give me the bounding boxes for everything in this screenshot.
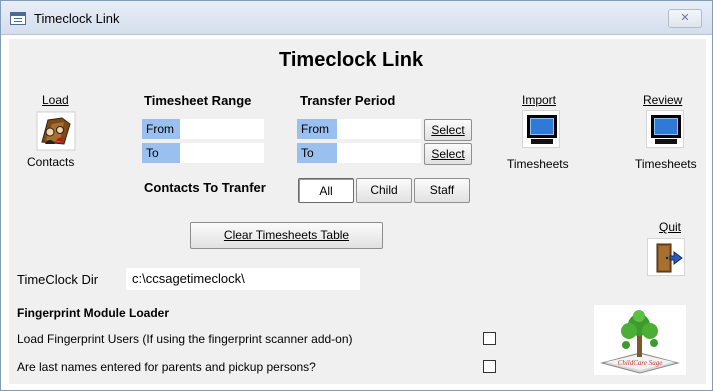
logo-text: ChildCare Sage — [618, 359, 663, 367]
review-label: Review — [643, 93, 683, 107]
review-timesheets-button[interactable] — [646, 110, 684, 148]
timeclock-dir-input[interactable]: c:\ccsagetimeclock\ — [126, 268, 360, 290]
load-label: Load — [42, 93, 69, 107]
review-sublabel: Timesheets — [635, 157, 697, 171]
clear-timesheets-label: Clear Timesheets Table — [223, 228, 350, 242]
page-title: Timeclock Link — [279, 49, 424, 71]
timesheet-to-input[interactable] — [180, 143, 264, 163]
contacts-folder-icon — [36, 111, 76, 151]
select-to-button[interactable]: Select — [424, 143, 472, 165]
tree-book-logo-icon: ChildCare Sage — [600, 310, 680, 374]
form-area: Timeclock Link Load Contacts Timesheet R… — [9, 39, 706, 384]
title-bar[interactable]: Timeclock Link ✕ — [1, 1, 712, 35]
contacts-to-transfer-label: Contacts To Tranfer — [144, 180, 266, 195]
timesheet-range-label: Timesheet Range — [144, 93, 252, 108]
transfer-to-input[interactable] — [337, 143, 421, 163]
last-names-label: Are last names entered for parents and p… — [17, 360, 316, 374]
timesheet-from-input[interactable] — [180, 119, 264, 139]
import-label: Import — [522, 93, 557, 107]
load-contacts-button[interactable] — [36, 110, 76, 152]
exit-door-icon — [656, 243, 683, 273]
import-timesheets-button[interactable] — [522, 110, 560, 148]
load-fingerprint-users-checkbox[interactable] — [483, 332, 496, 345]
quit-button[interactable] — [647, 238, 685, 276]
load-sublabel: Contacts — [27, 155, 75, 169]
timeclock-link-window: Timeclock Link ✕ Timeclock Link Load Con… — [0, 0, 713, 391]
transfer-to-label: To — [297, 143, 337, 163]
close-button[interactable]: ✕ — [668, 9, 702, 28]
form-icon — [10, 12, 26, 25]
clear-timesheets-button[interactable]: Clear Timesheets Table — [190, 222, 383, 249]
load-fingerprint-users-label: Load Fingerprint Users (If using the fin… — [17, 332, 353, 346]
timesheet-to-label: To — [142, 143, 180, 163]
transfer-from-label: From — [297, 119, 337, 139]
contacts-option-staff[interactable]: Staff — [414, 178, 470, 203]
select-to-label: Select — [431, 147, 465, 161]
monitor-icon — [651, 115, 681, 138]
timesheet-from-label: From — [142, 119, 180, 139]
quit-label: Quit — [659, 220, 682, 234]
timeclock-dir-label: TimeClock Dir — [17, 272, 99, 287]
import-sublabel: Timesheets — [507, 157, 569, 171]
select-from-label: Select — [431, 123, 465, 137]
contacts-option-all[interactable]: All — [298, 178, 354, 203]
childcare-sage-logo: ChildCare Sage — [594, 305, 686, 375]
contacts-option-child[interactable]: Child — [356, 178, 412, 203]
fingerprint-section-title: Fingerprint Module Loader — [17, 306, 169, 320]
window-title: Timeclock Link — [34, 11, 120, 26]
transfer-from-input[interactable] — [337, 119, 421, 139]
select-from-button[interactable]: Select — [424, 119, 472, 141]
monitor-icon — [527, 115, 557, 138]
last-names-checkbox[interactable] — [483, 360, 496, 373]
transfer-period-label: Transfer Period — [300, 93, 396, 108]
